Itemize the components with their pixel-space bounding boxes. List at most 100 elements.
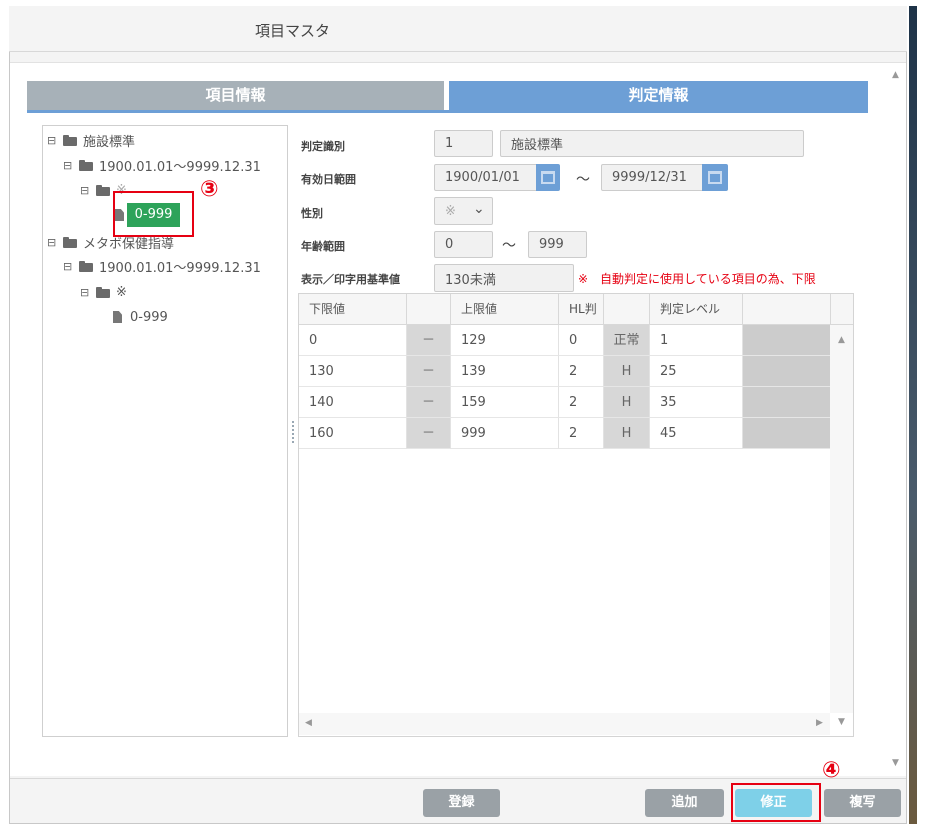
table-cell-upper[interactable]: 999 [451, 418, 559, 449]
tree-node-period[interactable]: ⊟ 1900.01.01～9999.12.31 [63, 256, 261, 276]
tree-node-label: ※ [116, 284, 127, 300]
tree-node-label: 施設標準 [83, 134, 136, 150]
register-button[interactable]: 登録 [423, 789, 500, 817]
table-cell-hl-label: H [604, 418, 650, 449]
folder-open-icon [79, 260, 94, 272]
table-cell-hl[interactable]: 0 [559, 325, 604, 356]
table-cell-level[interactable]: 45 [650, 418, 743, 449]
table-cell-upper[interactable]: 139 [451, 356, 559, 387]
collapse-icon[interactable]: ⊟ [80, 184, 92, 197]
table-cell-dash: － [407, 387, 451, 418]
grid-vertical-scrollbar[interactable]: ▲ ▼ [830, 325, 853, 727]
collapse-icon[interactable]: ⊟ [63, 159, 75, 172]
add-button[interactable]: 追加 [645, 789, 724, 817]
table-cell-dash: － [407, 356, 451, 387]
valid-to-field[interactable]: 9999/12/31 [601, 164, 703, 191]
gender-select[interactable]: ※ ⌄ [434, 197, 493, 225]
scroll-right-arrow-icon[interactable]: ▶ [816, 718, 823, 728]
age-to-field[interactable]: 999 [528, 231, 587, 258]
table-cell-hl[interactable]: 2 [559, 387, 604, 418]
table-cell-level[interactable]: 1 [650, 325, 743, 356]
folder-open-icon [96, 286, 111, 298]
tree-node-label: メタボ保健指導 [83, 236, 175, 252]
calendar-to-button[interactable] [702, 164, 728, 191]
table-cell-upper[interactable]: 159 [451, 387, 559, 418]
tab-underline [27, 110, 868, 113]
calendar-icon [541, 171, 555, 184]
annotation-box-4 [731, 783, 821, 822]
calendar-icon [708, 171, 722, 184]
table-cell-dash: － [407, 418, 451, 449]
column-header-lower[interactable]: 下限値 [299, 294, 407, 325]
age-from-field[interactable]: 0 [434, 231, 493, 258]
chevron-down-icon: ⌄ [473, 201, 485, 217]
tree-node-period[interactable]: ⊟ 1900.01.01～9999.12.31 [63, 155, 261, 175]
folder-open-icon [63, 236, 78, 248]
valid-range-separator: ～ [576, 172, 590, 188]
collapse-icon[interactable]: ⊟ [47, 134, 59, 147]
table-cell-lower[interactable]: 140 [299, 387, 407, 418]
valid-range-label: 有効日範囲 [301, 173, 356, 186]
folder-open-icon [63, 134, 78, 146]
table-cell-upper[interactable]: 129 [451, 325, 559, 356]
tree-node-label: 0-999 [130, 309, 168, 325]
calendar-from-button[interactable] [536, 164, 560, 191]
display-standard-label: 表示／印字用基準値 [301, 273, 400, 286]
age-range-separator: ～ [502, 238, 516, 254]
folder-open-icon [96, 184, 111, 196]
table-cell-lower[interactable]: 0 [299, 325, 407, 356]
table-cell-level[interactable]: 35 [650, 387, 743, 418]
annotation-number-3: ③ [200, 177, 219, 202]
scroll-up-arrow-icon[interactable]: ▲ [892, 70, 899, 80]
table-cell-level[interactable]: 25 [650, 356, 743, 387]
tree-node-metabo[interactable]: ⊟ メタボ保健指導 [47, 232, 174, 252]
content-scrollbar[interactable]: ▲ ▼ [888, 64, 906, 774]
table-cell-hl[interactable]: 2 [559, 356, 604, 387]
judge-id-label: 判定識別 [301, 140, 345, 153]
age-range-label: 年齢範囲 [301, 240, 345, 253]
column-header-hl[interactable]: HL判定 [559, 294, 604, 347]
valid-from-field[interactable]: 1900/01/01 [434, 164, 537, 191]
column-header-extra [743, 294, 831, 325]
annotation-number-4: ④ [822, 758, 841, 783]
annotation-box-3 [113, 191, 194, 237]
column-header-spacer [831, 294, 853, 325]
collapse-icon[interactable]: ⊟ [80, 286, 92, 299]
scroll-down-arrow-icon[interactable]: ▼ [838, 717, 845, 727]
file-icon [113, 311, 122, 323]
scroll-up-arrow-icon[interactable]: ▲ [838, 335, 845, 345]
column-header-dash [407, 294, 451, 325]
table-cell-hl-label: 正常 [604, 325, 650, 356]
column-header-upper[interactable]: 上限値 [451, 294, 559, 325]
tree-node-gender[interactable]: ⊟ ※ [80, 282, 127, 302]
grid-horizontal-scrollbar[interactable]: ◀ ▶ [299, 713, 830, 735]
judge-id-name-field[interactable]: 施設標準 [500, 130, 804, 157]
scroll-down-arrow-icon[interactable]: ▼ [892, 758, 899, 768]
table-cell-dash: － [407, 325, 451, 356]
panel-splitter[interactable] [290, 125, 296, 737]
table-cell-extra [743, 387, 831, 418]
scroll-left-arrow-icon[interactable]: ◀ [305, 718, 312, 728]
judge-id-code-field[interactable]: 1 [434, 130, 493, 157]
tree-node-label: 1900.01.01～9999.12.31 [99, 159, 261, 175]
tree-node-range[interactable]: 0-999 [113, 307, 168, 327]
table-cell-extra [743, 325, 831, 356]
column-header-hl-label [604, 294, 650, 325]
gender-label: 性別 [301, 207, 323, 220]
tab-judge-info[interactable]: 判定情報 [449, 81, 868, 110]
copy-button[interactable]: 複写 [824, 789, 901, 817]
gender-select-value: ※ [445, 203, 456, 219]
table-cell-hl-label: H [604, 356, 650, 387]
collapse-icon[interactable]: ⊟ [47, 236, 59, 249]
display-standard-field[interactable]: 130未満 [434, 264, 574, 292]
table-cell-lower[interactable]: 130 [299, 356, 407, 387]
table-cell-hl-label: H [604, 387, 650, 418]
table-cell-hl[interactable]: 2 [559, 418, 604, 449]
tree-node-facility-standard[interactable]: ⊟ 施設標準 [47, 130, 135, 150]
column-header-level[interactable]: 判定レベル [650, 294, 743, 325]
table-cell-lower[interactable]: 160 [299, 418, 407, 449]
collapse-icon[interactable]: ⊟ [63, 260, 75, 273]
background-edge [909, 6, 917, 824]
tab-item-info[interactable]: 項目情報 [27, 81, 444, 110]
title-bar [9, 6, 907, 52]
